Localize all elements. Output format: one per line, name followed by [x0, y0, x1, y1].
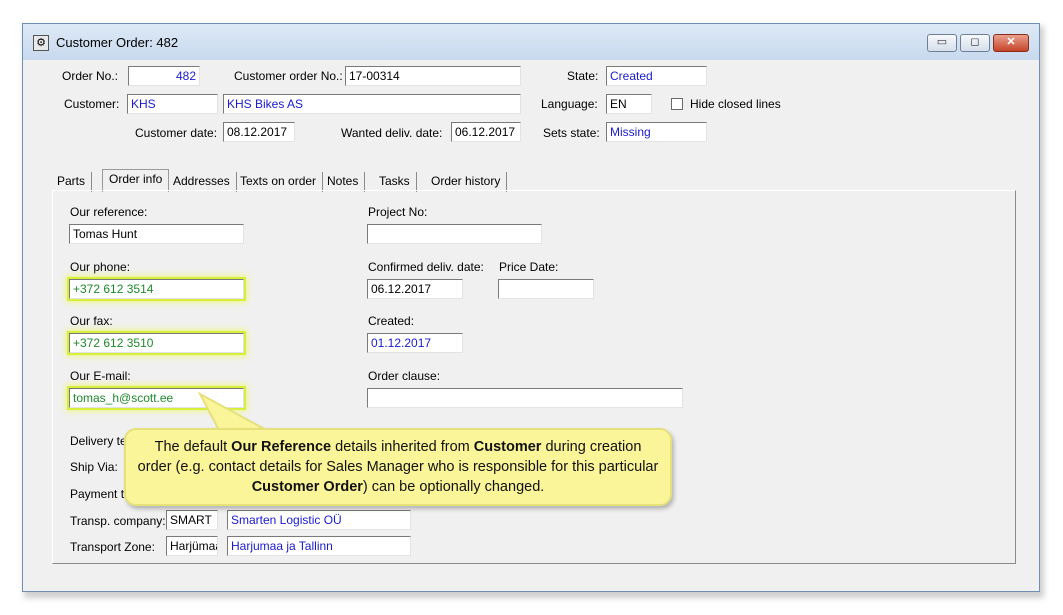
our-reference-label: Our reference:	[70, 205, 148, 219]
callout-tooltip: The default Our Reference details inheri…	[124, 428, 672, 506]
ship-via-label: Ship Via:	[70, 460, 118, 474]
customer-code-field[interactable]: KHS	[127, 94, 218, 114]
tab-tasks[interactable]: Tasks	[373, 172, 417, 192]
project-no-field[interactable]	[367, 224, 542, 244]
transp-company-label: Transp. company:	[70, 514, 166, 528]
tab-order-info[interactable]: Order info	[102, 169, 170, 192]
order-info-panel	[52, 190, 1016, 564]
callout-text-2: details inherited from	[331, 439, 474, 455]
tab-notes[interactable]: Notes	[321, 172, 366, 192]
language-label: Language:	[541, 97, 598, 111]
transport-zone-code-field[interactable]: Harjümaa	[166, 536, 218, 556]
customer-date-label: Customer date:	[135, 126, 218, 140]
hide-closed-lines-label: Hide closed lines	[690, 97, 781, 111]
order-no-field[interactable]: 482	[128, 66, 200, 86]
price-date-label: Price Date:	[499, 260, 559, 274]
order-clause-label: Order clause:	[368, 369, 441, 383]
confirmed-deliv-field[interactable]: 06.12.2017	[367, 279, 463, 299]
delivery-terms-label: Delivery te	[70, 434, 127, 448]
callout-text-4: ) can be optionally changed.	[362, 479, 545, 495]
our-phone-label: Our phone:	[70, 260, 131, 274]
sets-state-field[interactable]: Missing	[606, 122, 707, 142]
window-title: Customer Order: 482	[56, 35, 179, 50]
our-email-label: Our E-mail:	[70, 369, 131, 383]
our-fax-label: Our fax:	[70, 314, 113, 328]
customer-order-window: ⚙ Customer Order: 482 ▭ ◻ ✕ Order No.: 4…	[22, 23, 1040, 592]
tab-order-history[interactable]: Order history	[425, 172, 508, 192]
transp-company-code-field[interactable]: SMART	[166, 510, 218, 530]
hide-closed-lines-checkbox[interactable]	[671, 98, 683, 110]
restore-button[interactable]: ◻	[960, 34, 990, 52]
wanted-deliv-label: Wanted deliv. date:	[341, 126, 443, 140]
order-no-label: Order No.:	[62, 69, 119, 83]
order-clause-field[interactable]	[367, 388, 683, 408]
payment-terms-label: Payment te	[70, 487, 131, 501]
callout-text-1: The default	[154, 439, 232, 455]
project-no-label: Project No:	[368, 205, 428, 219]
sets-state-label: Sets state:	[543, 126, 600, 140]
customer-name-field[interactable]: KHS Bikes AS	[223, 94, 521, 114]
created-label: Created:	[368, 314, 415, 328]
wanted-deliv-field[interactable]: 06.12.2017	[451, 122, 521, 142]
transport-zone-label: Transport Zone:	[70, 540, 155, 554]
confirmed-deliv-label: Confirmed deliv. date:	[368, 260, 484, 274]
transport-zone-name-field[interactable]: Harjumaa ja Tallinn	[227, 536, 411, 556]
state-label: State:	[567, 69, 599, 83]
tab-parts[interactable]: Parts	[51, 172, 93, 192]
callout-bold-customer: Customer	[473, 439, 542, 455]
customer-order-no-field[interactable]: 17-00314	[345, 66, 521, 86]
state-field[interactable]: Created	[606, 66, 707, 86]
tab-addresses[interactable]: Addresses	[167, 172, 237, 192]
callout-bold-customer-order: Customer Order	[251, 479, 363, 495]
our-reference-field[interactable]: Tomas Hunt	[69, 224, 244, 244]
customer-label: Customer:	[64, 97, 120, 111]
language-field[interactable]: EN	[606, 94, 652, 114]
gear-icon[interactable]: ⚙	[33, 35, 49, 51]
created-field[interactable]: 01.12.2017	[367, 333, 463, 353]
customer-order-no-label: Customer order No.:	[234, 69, 343, 83]
title-bar[interactable]: ⚙ Customer Order: 482 ▭ ◻ ✕	[23, 24, 1039, 60]
callout-bold-our-reference: Our Reference	[231, 439, 332, 455]
close-button[interactable]: ✕	[993, 34, 1029, 52]
our-fax-field[interactable]: +372 612 3510	[69, 333, 244, 353]
our-phone-field[interactable]: +372 612 3514	[69, 279, 244, 299]
minimize-button[interactable]: ▭	[927, 34, 957, 52]
tab-texts-on-order[interactable]: Texts on order	[234, 172, 324, 192]
customer-date-field[interactable]: 08.12.2017	[223, 122, 295, 142]
price-date-field[interactable]	[498, 279, 594, 299]
transp-company-name-field[interactable]: Smarten Logistic OÜ	[227, 510, 411, 530]
